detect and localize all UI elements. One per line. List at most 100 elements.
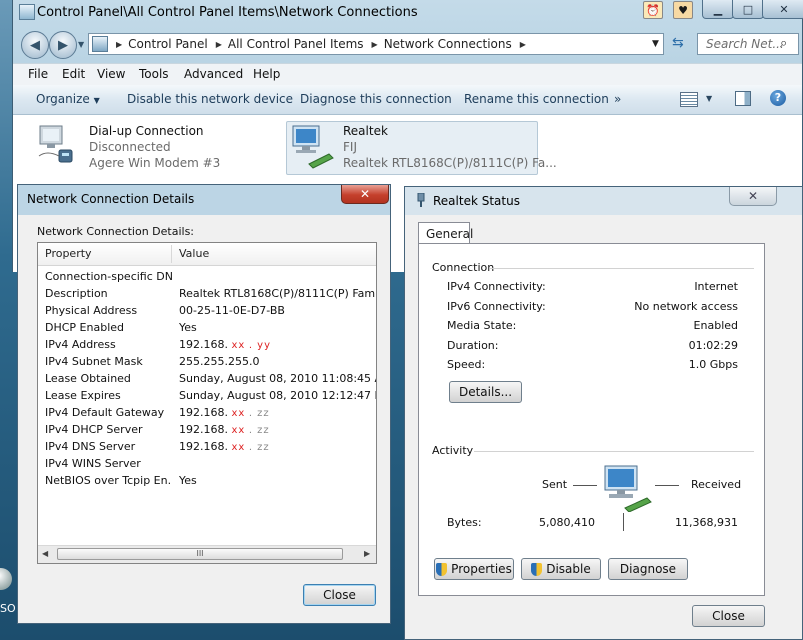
table-row[interactable]: Lease Expires Sunday, August 08, 2010 12:… bbox=[45, 389, 376, 406]
recent-pages-icon[interactable]: ▼ bbox=[78, 40, 84, 49]
diagnose-connection-button[interactable]: Diagnose this connection bbox=[300, 92, 452, 106]
menu-edit[interactable]: Edit bbox=[62, 67, 85, 81]
received-label: Received bbox=[691, 478, 742, 491]
breadcrumb-all-items[interactable]: All Control Panel Items bbox=[228, 37, 364, 51]
table-row[interactable]: IPv4 Address 192.168. xx . yy bbox=[45, 338, 375, 355]
value-cell: 255.255.255.0 bbox=[179, 355, 259, 368]
value-text: Realtek RTL8168C(P)/8111C(P) Family P bbox=[179, 287, 377, 300]
close-icon: ✕ bbox=[359, 187, 371, 201]
value-text: 00-25-11-0E-D7-BB bbox=[179, 304, 285, 317]
table-row[interactable]: IPv4 Default Gateway 192.168. xx . zz bbox=[45, 406, 375, 423]
forward-button[interactable]: ▶ bbox=[49, 31, 77, 59]
scroll-left-icon[interactable]: ◀ bbox=[42, 549, 48, 558]
details-button[interactable]: Details... bbox=[449, 381, 522, 403]
close-window-button[interactable]: ✕ bbox=[762, 0, 803, 19]
details-close-x-button[interactable]: ✕ bbox=[341, 185, 389, 204]
minimize-button[interactable]: ▁ bbox=[702, 0, 734, 19]
bytes-sent-value: 5,080,410 bbox=[539, 516, 595, 529]
chevron-down-icon: ▼ bbox=[93, 96, 100, 105]
organize-label: Organize bbox=[36, 92, 90, 106]
table-row[interactable]: Description Realtek RTL8168C(P)/8111C(P) … bbox=[45, 287, 377, 304]
dialup-connection-item[interactable] bbox=[37, 124, 73, 166]
help-icon[interactable]: ? bbox=[770, 90, 786, 106]
menu-advanced[interactable]: Advanced bbox=[184, 67, 243, 81]
window-title: Control Panel\All Control Panel Items\Ne… bbox=[37, 5, 418, 20]
address-bar[interactable]: ▶ Control Panel ▶ All Control Panel Item… bbox=[88, 33, 664, 55]
menu-tools[interactable]: Tools bbox=[139, 67, 169, 81]
scroll-right-icon[interactable]: ▶ bbox=[364, 549, 370, 558]
breadcrumb-network-connections[interactable]: Network Connections bbox=[384, 37, 512, 51]
maximize-button[interactable]: □ bbox=[732, 0, 764, 19]
uac-shield-icon bbox=[531, 562, 543, 576]
table-row[interactable]: DHCP Enabled Yes bbox=[45, 321, 375, 338]
desktop-icon-label[interactable]: SO bbox=[0, 602, 16, 615]
change-view-icon[interactable] bbox=[680, 92, 698, 107]
column-divider[interactable] bbox=[171, 245, 172, 263]
address-dropdown-icon[interactable]: ▼ bbox=[652, 39, 659, 49]
control-panel-icon bbox=[92, 36, 108, 52]
status-close-button[interactable]: Close bbox=[692, 605, 765, 627]
refresh-icon[interactable]: ⇆ bbox=[672, 35, 684, 51]
property-cell: IPv4 WINS Server bbox=[45, 457, 141, 470]
table-row[interactable]: Lease Obtained Sunday, August 08, 2010 11… bbox=[45, 372, 376, 389]
properties-button[interactable]: Properties bbox=[434, 558, 514, 580]
organize-button[interactable]: Organize ▼ bbox=[36, 92, 100, 106]
connection-label: IPv6 Connectivity: bbox=[447, 299, 546, 313]
dialup-connection-status: Disconnected bbox=[89, 140, 171, 154]
details-close-button[interactable]: Close bbox=[303, 584, 376, 606]
masked-octet: xx bbox=[231, 442, 246, 453]
activity-computer-icon bbox=[603, 462, 653, 515]
view-dropdown-icon[interactable]: ▼ bbox=[706, 94, 712, 103]
menu-view[interactable]: View bbox=[97, 67, 125, 81]
column-property[interactable]: Property bbox=[45, 247, 92, 260]
table-row[interactable]: IPv4 Subnet Mask 255.255.255.0 bbox=[45, 355, 375, 372]
value-text: 192.168. bbox=[179, 440, 228, 453]
masked-octet: xx bbox=[231, 425, 246, 436]
status-close-x-button[interactable]: ✕ bbox=[729, 187, 777, 206]
masked-octet: . zz bbox=[248, 425, 270, 436]
dialup-connection-name: Dial-up Connection bbox=[89, 124, 204, 138]
table-row[interactable]: IPv4 DHCP Server 192.168. xx . zz bbox=[45, 423, 375, 440]
sent-label: Sent bbox=[542, 478, 568, 491]
details-table-header: Property Value bbox=[38, 243, 376, 266]
heart-icon[interactable]: ♥ bbox=[673, 1, 693, 19]
table-row[interactable]: Connection-specific DN... bbox=[45, 270, 375, 287]
divider bbox=[655, 485, 679, 486]
table-row[interactable]: IPv4 WINS Server bbox=[45, 457, 375, 474]
divider bbox=[474, 451, 754, 452]
desktop-disc-icon[interactable] bbox=[0, 568, 12, 590]
horizontal-scrollbar[interactable]: ◀ III ▶ bbox=[38, 545, 376, 563]
property-cell: NetBIOS over Tcpip En... bbox=[45, 474, 172, 487]
divider bbox=[623, 513, 624, 531]
menu-file[interactable]: File bbox=[28, 67, 48, 81]
connection-value: 1.0 Gbps bbox=[688, 358, 738, 372]
value-cell: 192.168. xx . zz bbox=[179, 440, 270, 453]
table-row[interactable]: IPv4 DNS Server 192.168. xx . zz bbox=[45, 440, 375, 457]
connection-label: IPv4 Connectivity: bbox=[447, 280, 546, 293]
scroll-thumb[interactable]: III bbox=[57, 548, 343, 560]
modem-icon bbox=[38, 125, 73, 163]
bytes-label: Bytes: bbox=[447, 516, 482, 529]
menu-bar bbox=[13, 63, 802, 86]
chevron-right-icon: ▶ bbox=[215, 39, 222, 49]
breadcrumb-control-panel[interactable]: Control Panel bbox=[128, 37, 208, 51]
value-cell: 192.168. xx . zz bbox=[179, 406, 270, 419]
property-cell: Connection-specific DN... bbox=[45, 270, 172, 283]
disable-button[interactable]: Disable bbox=[521, 558, 601, 580]
value-cell: 192.168. xx . yy bbox=[179, 338, 271, 351]
clock-icon[interactable]: ⏰ bbox=[643, 1, 663, 19]
property-cell: IPv4 Subnet Mask bbox=[45, 355, 143, 368]
tab-general[interactable]: General bbox=[418, 222, 473, 244]
table-row[interactable]: Physical Address 00-25-11-0E-D7-BB bbox=[45, 304, 375, 321]
disable-device-button[interactable]: Disable this network device bbox=[127, 92, 293, 106]
menu-help[interactable]: Help bbox=[253, 67, 280, 81]
preview-pane-icon[interactable] bbox=[735, 91, 751, 106]
diagnose-button[interactable]: Diagnose bbox=[608, 558, 688, 580]
rename-connection-button[interactable]: Rename this connection bbox=[464, 92, 609, 106]
back-button[interactable]: ◀ bbox=[21, 31, 49, 59]
column-value[interactable]: Value bbox=[179, 247, 209, 260]
value-text: Yes bbox=[179, 321, 197, 334]
connection-label: Media State: bbox=[447, 319, 517, 333]
table-row[interactable]: NetBIOS over Tcpip En... Yes bbox=[45, 474, 375, 491]
more-commands-button[interactable]: » bbox=[614, 92, 621, 106]
